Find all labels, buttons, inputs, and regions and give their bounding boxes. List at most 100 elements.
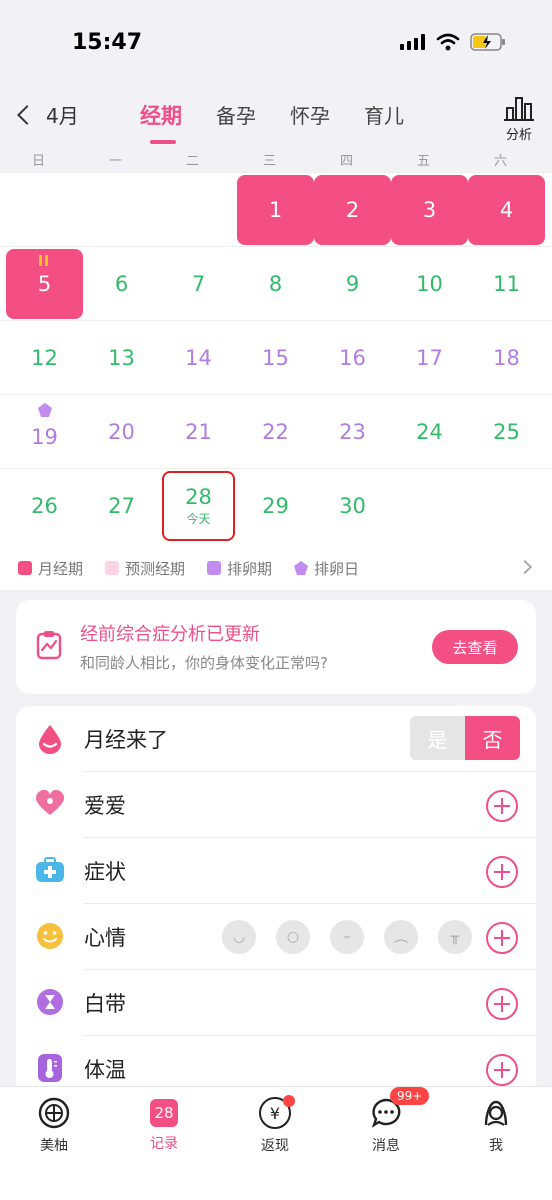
day-number: 5 [37,272,52,296]
calendar-week: 12 13 14 15 16 17 18 [0,320,552,394]
bottom-tab-bar: 美柚 28 记录 ¥ 返现 99+ 消息 我 [0,1086,552,1200]
mood-sad-icon[interactable]: ︵ [384,920,418,954]
medical-kit-icon [36,857,64,882]
day-number: 23 [339,420,366,444]
calendar-day[interactable]: 9 [314,247,391,321]
calendar-day[interactable]: 16 [314,321,391,395]
mood-laugh-icon[interactable]: ◡ [222,920,256,954]
add-icon[interactable] [486,790,518,822]
add-icon[interactable] [486,856,518,888]
calendar-day[interactable]: 22 [237,395,314,469]
legend-swatch [207,561,222,575]
day-number: 12 [31,346,58,370]
calendar-day[interactable]: 2 [314,173,391,247]
calendar-day[interactable]: 8 [237,247,314,321]
calendar-day[interactable]: 17 [391,321,468,395]
chevron-right-icon[interactable] [517,559,533,575]
drop-icon [39,725,61,754]
tab-label: 美柚 [40,1138,68,1154]
day-number: 22 [262,420,289,444]
weekday-label: 二 [185,154,199,169]
calendar-day[interactable]: 26 [6,469,83,543]
calendar-day[interactable]: 12 [6,321,83,395]
day-number: 11 [493,272,520,296]
record-row-love[interactable]: 爱爱 [16,772,536,838]
weekday-label: 一 [108,154,122,169]
day-number: 9 [345,272,360,296]
weekday-label: 日 [31,154,45,169]
grapefruit-icon [38,1097,70,1129]
tab-me[interactable]: 我 [451,1097,541,1155]
legend-swatch [105,561,120,575]
yen-symbol: ¥ [269,1103,281,1123]
day-number: 28 [185,485,212,509]
calendar-day[interactable]: 27 [83,469,160,543]
calendar-day[interactable]: 23 [314,395,391,469]
calendar-day[interactable]: 5 [6,247,83,321]
calendar-day[interactable]: 18 [468,321,545,395]
calendar-day[interactable]: 11 [468,247,545,321]
calendar-day[interactable]: 6 [83,247,160,321]
tab-pregnancy[interactable]: 怀孕 [290,100,330,130]
calendar-day[interactable]: 15 [237,321,314,395]
calendar-day[interactable]: 24 [391,395,468,469]
add-icon[interactable] [486,1054,518,1086]
person-icon [484,1100,508,1126]
tab-records[interactable]: 28 记录 [119,1097,209,1153]
day-number: 2 [345,198,360,222]
record-row-discharge[interactable]: 白带 [16,970,536,1036]
calendar-day[interactable]: 21 [160,395,237,469]
calendar-legend[interactable]: 月经期 预测经期 排卵期 排卵日 [0,546,552,590]
calendar-day[interactable]: 7 [160,247,237,321]
period-toggle: 是 否 [410,716,520,760]
mood-neutral-icon[interactable]: – [330,920,364,954]
top-header: 15:47 4月 经期 备孕 怀孕 育儿 分析 日 一 二 三 四 五 六 [0,0,552,172]
calendar-day[interactable]: 1 [237,173,314,247]
add-icon[interactable] [486,922,518,954]
back-button[interactable]: 4月 [14,100,79,129]
smiley-icon [37,923,63,949]
analysis-label: 分析 [505,128,532,143]
calendar-day[interactable]: 20 [83,395,160,469]
day-number: 1 [268,198,283,222]
tab-cashback[interactable]: ¥ 返现 [230,1095,320,1155]
calendar-day[interactable]: 19 [6,395,83,469]
calendar-day[interactable]: 10 [391,247,468,321]
status-time: 15:47 [72,30,143,55]
toggle-yes[interactable]: 是 [410,716,465,760]
day-number: 6 [114,272,129,296]
tab-period[interactable]: 经期 [140,100,182,144]
hourglass-icon [37,989,63,1015]
calendar-day[interactable]: 4 [468,173,545,247]
tab-label: 消息 [372,1138,400,1154]
record-row-mood[interactable]: 心情 ◡ ○ – ︵ ╥ [16,904,536,970]
tab-messages[interactable]: 99+ 消息 [341,1087,431,1155]
calendar-day[interactable]: 30 [314,469,391,543]
tab-meiyou[interactable]: 美柚 [9,1097,99,1155]
pms-analysis-card[interactable]: 经前综合症分析已更新 和同龄人相比，你的身体变化正常吗? 去查看 [16,600,536,694]
mood-surprised-icon[interactable]: ○ [276,920,310,954]
analysis-button[interactable]: 分析 [504,96,534,143]
day-number: 26 [31,494,58,518]
day-number: 16 [339,346,366,370]
tab-prepare-pregnancy[interactable]: 备孕 [216,100,256,130]
calendar-week: 19 20 21 22 23 24 25 [0,394,552,468]
calendar-day[interactable]: 29 [237,469,314,543]
toggle-no[interactable]: 否 [465,716,520,760]
calendar-day[interactable]: 25 [468,395,545,469]
add-icon[interactable] [486,988,518,1020]
signal-icon [400,34,425,50]
chevron-left-icon [17,104,37,125]
pms-card-subtitle: 和同龄人相比，你的身体变化正常吗? [80,654,328,672]
mood-crying-icon[interactable]: ╥ [438,920,472,954]
pentagon-icon [294,561,309,575]
yen-coin-icon: ¥ [259,1095,295,1129]
record-row-symptoms[interactable]: 症状 [16,838,536,904]
calendar-day[interactable]: 14 [160,321,237,395]
tab-parenting[interactable]: 育儿 [364,100,404,130]
calendar-day[interactable]: 3 [391,173,468,247]
legend-label: 月经期 [38,559,84,578]
calendar-day-today[interactable]: 28 今天 [160,469,237,543]
calendar-day[interactable]: 13 [83,321,160,395]
view-button[interactable]: 去查看 [432,630,518,664]
